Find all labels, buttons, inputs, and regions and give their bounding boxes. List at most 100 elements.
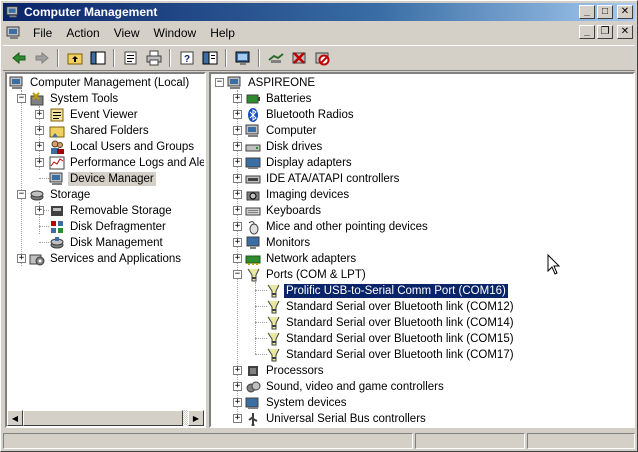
expand-toggle[interactable]: + xyxy=(233,366,242,375)
disable-button[interactable] xyxy=(310,47,333,69)
device-category-imaging-devices[interactable]: Imaging devices xyxy=(245,187,351,203)
device-category-system-devices[interactable]: System devices xyxy=(245,395,349,411)
tree-item-label: Universal Serial Bus controllers xyxy=(266,413,426,425)
expand-toggle[interactable]: + xyxy=(233,254,242,263)
collapse-toggle[interactable]: − xyxy=(233,270,242,279)
uninstall-button[interactable] xyxy=(287,47,310,69)
properties-button[interactable] xyxy=(119,47,142,69)
disable-icon xyxy=(315,52,329,66)
device-category-network-adapters[interactable]: Network adapters xyxy=(245,251,358,267)
device-category-ide-ata-atapi-controllers[interactable]: IDE ATA/ATAPI controllers xyxy=(245,171,401,187)
expand-toggle[interactable]: + xyxy=(35,206,44,215)
device-category-bluetooth-radios[interactable]: Bluetooth Radios xyxy=(245,107,356,123)
collapse-toggle[interactable]: − xyxy=(17,190,26,199)
horizontal-scrollbar[interactable]: ◀ ▶ xyxy=(7,410,204,426)
expand-toggle[interactable]: + xyxy=(233,158,242,167)
up-one-level-button[interactable] xyxy=(63,47,86,69)
tree-item-disk-defragmenter[interactable]: Disk Defragmenter xyxy=(49,219,168,235)
forward-button[interactable] xyxy=(30,47,53,69)
tree-item-removable-storage[interactable]: Removable Storage xyxy=(49,203,174,219)
expand-toggle[interactable]: + xyxy=(35,110,44,119)
device-category-mice-and-other-pointing-devices[interactable]: Mice and other pointing devices xyxy=(245,219,430,235)
minimize-button[interactable]: _ xyxy=(579,5,595,19)
expand-toggle[interactable]: + xyxy=(233,398,242,407)
tree-item-label: Sound, video and game controllers xyxy=(266,381,444,393)
tree-item-disk-management[interactable]: Disk Management xyxy=(49,235,165,251)
tree-item-root[interactable]: ASPIREONE xyxy=(227,75,317,91)
expand-toggle[interactable]: + xyxy=(35,158,44,167)
expand-toggle[interactable]: + xyxy=(17,254,26,263)
tree-connector xyxy=(39,178,49,179)
scan-hardware-button[interactable] xyxy=(231,47,254,69)
device-category-display-adapters[interactable]: Display adapters xyxy=(245,155,354,171)
mdi-close-button[interactable]: ✕ xyxy=(617,25,633,39)
back-button[interactable] xyxy=(7,47,30,69)
expand-toggle[interactable]: + xyxy=(233,110,242,119)
device-category-universal-serial-bus-controllers[interactable]: Universal Serial Bus controllers xyxy=(245,411,428,426)
port-device-item[interactable]: Prolific USB-to-Serial Comm Port (COM16) xyxy=(265,283,509,299)
expand-toggle[interactable]: + xyxy=(233,382,242,391)
mdi-minimize-button[interactable]: _ xyxy=(579,25,595,39)
tree-item-device-manager[interactable]: Device Manager xyxy=(49,171,156,187)
scroll-thumb[interactable] xyxy=(23,410,183,426)
services-icon xyxy=(29,254,45,266)
network-adapter-icon xyxy=(245,255,261,265)
expand-toggle[interactable]: + xyxy=(233,206,242,215)
tree-item-system-tools[interactable]: System Tools xyxy=(29,91,120,107)
port-device-item[interactable]: Standard Serial over Bluetooth link (COM… xyxy=(265,315,516,331)
device-category-sound-video-and-game-controllers[interactable]: Sound, video and game controllers xyxy=(245,379,446,395)
expand-toggle[interactable]: + xyxy=(35,142,44,151)
device-tree-pane[interactable]: − ASPIREONE + Batteries + Bluetooth Radios +… xyxy=(209,72,635,428)
expand-toggle[interactable]: + xyxy=(233,142,242,151)
properties-icon xyxy=(124,51,136,65)
device-category-monitors[interactable]: Monitors xyxy=(245,235,312,251)
console-tree-pane[interactable]: Computer Management (Local) − System Too… xyxy=(5,72,206,428)
tree-item-event-viewer[interactable]: Event Viewer xyxy=(49,107,140,123)
port-device-item[interactable]: Standard Serial over Bluetooth link (COM… xyxy=(265,331,516,347)
expand-toggle[interactable]: + xyxy=(233,222,242,231)
port-device-item[interactable]: Standard Serial over Bluetooth link (COM… xyxy=(265,347,516,363)
expand-toggle[interactable]: + xyxy=(233,126,242,135)
device-category-computer[interactable]: Computer xyxy=(245,123,319,139)
scroll-right-button[interactable]: ▶ xyxy=(188,410,204,426)
expand-toggle[interactable]: + xyxy=(233,238,242,247)
port-device-item[interactable]: Standard Serial over Bluetooth link (COM… xyxy=(265,299,516,315)
expand-toggle[interactable]: + xyxy=(233,94,242,103)
maximize-button[interactable]: □ xyxy=(597,5,613,19)
tree-item-performance-logs[interactable]: Performance Logs and Alerts xyxy=(49,155,204,171)
show-hide-console-tree-button[interactable] xyxy=(86,47,109,69)
update-driver-button[interactable] xyxy=(264,47,287,69)
print-button[interactable] xyxy=(142,47,165,69)
device-category-ports-com-lpt[interactable]: Ports (COM & LPT) xyxy=(245,267,368,283)
menu-window[interactable]: Window xyxy=(147,24,204,42)
event-viewer-icon xyxy=(50,108,64,122)
expand-toggle[interactable]: + xyxy=(233,414,242,423)
menu-view[interactable]: View xyxy=(107,24,147,42)
device-category-disk-drives[interactable]: Disk drives xyxy=(245,139,324,155)
expand-toggle[interactable]: + xyxy=(233,190,242,199)
collapse-toggle[interactable]: − xyxy=(215,78,224,87)
close-button[interactable]: ✕ xyxy=(617,5,633,19)
menu-action[interactable]: Action xyxy=(59,24,106,42)
tree-item-storage[interactable]: Storage xyxy=(29,187,92,203)
device-category-processors[interactable]: Processors xyxy=(245,363,326,379)
tree-item-local-users-groups[interactable]: Local Users and Groups xyxy=(49,139,196,155)
collapse-toggle[interactable]: − xyxy=(17,94,26,103)
menu-file[interactable]: File xyxy=(26,24,59,42)
tree-item-shared-folders[interactable]: Shared Folders xyxy=(49,123,151,139)
system-menu-icon[interactable] xyxy=(6,25,22,41)
expand-toggle[interactable]: + xyxy=(233,174,242,183)
expand-toggle[interactable]: + xyxy=(35,126,44,135)
arrow-left-icon: ◀ xyxy=(11,413,19,423)
title-bar[interactable]: Computer Management _ □ ✕ xyxy=(3,3,635,21)
help-topics-button[interactable] xyxy=(198,47,221,69)
menu-help[interactable]: Help xyxy=(203,24,242,42)
mdi-restore-button[interactable]: ❐ xyxy=(597,25,613,39)
help-button[interactable]: ? xyxy=(175,47,198,69)
tree-item-computer-management[interactable]: Computer Management (Local) xyxy=(9,75,191,91)
scroll-left-button[interactable]: ◀ xyxy=(7,410,23,426)
tree-item-services-applications[interactable]: Services and Applications xyxy=(29,251,183,267)
device-category-keyboards[interactable]: Keyboards xyxy=(245,203,323,219)
device-category-batteries[interactable]: Batteries xyxy=(245,91,313,107)
scroll-track[interactable] xyxy=(23,410,188,426)
